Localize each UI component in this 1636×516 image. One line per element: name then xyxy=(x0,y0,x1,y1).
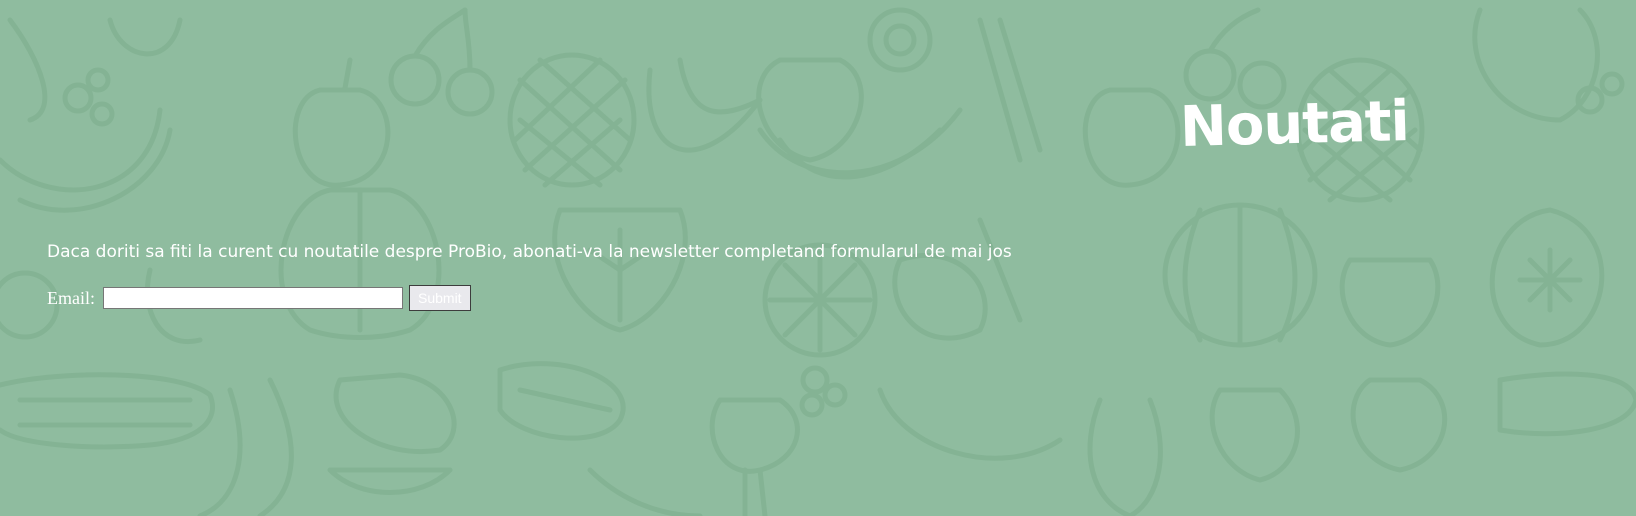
email-label: Email: xyxy=(47,287,95,308)
newsletter-intro-text: Daca doriti sa fiti la curent cu noutati… xyxy=(47,242,1012,262)
newsletter-form: Email: Submit xyxy=(47,285,471,311)
page-title: Noutati xyxy=(1179,89,1410,160)
email-field[interactable] xyxy=(103,287,403,309)
submit-button[interactable]: Submit xyxy=(409,285,471,311)
